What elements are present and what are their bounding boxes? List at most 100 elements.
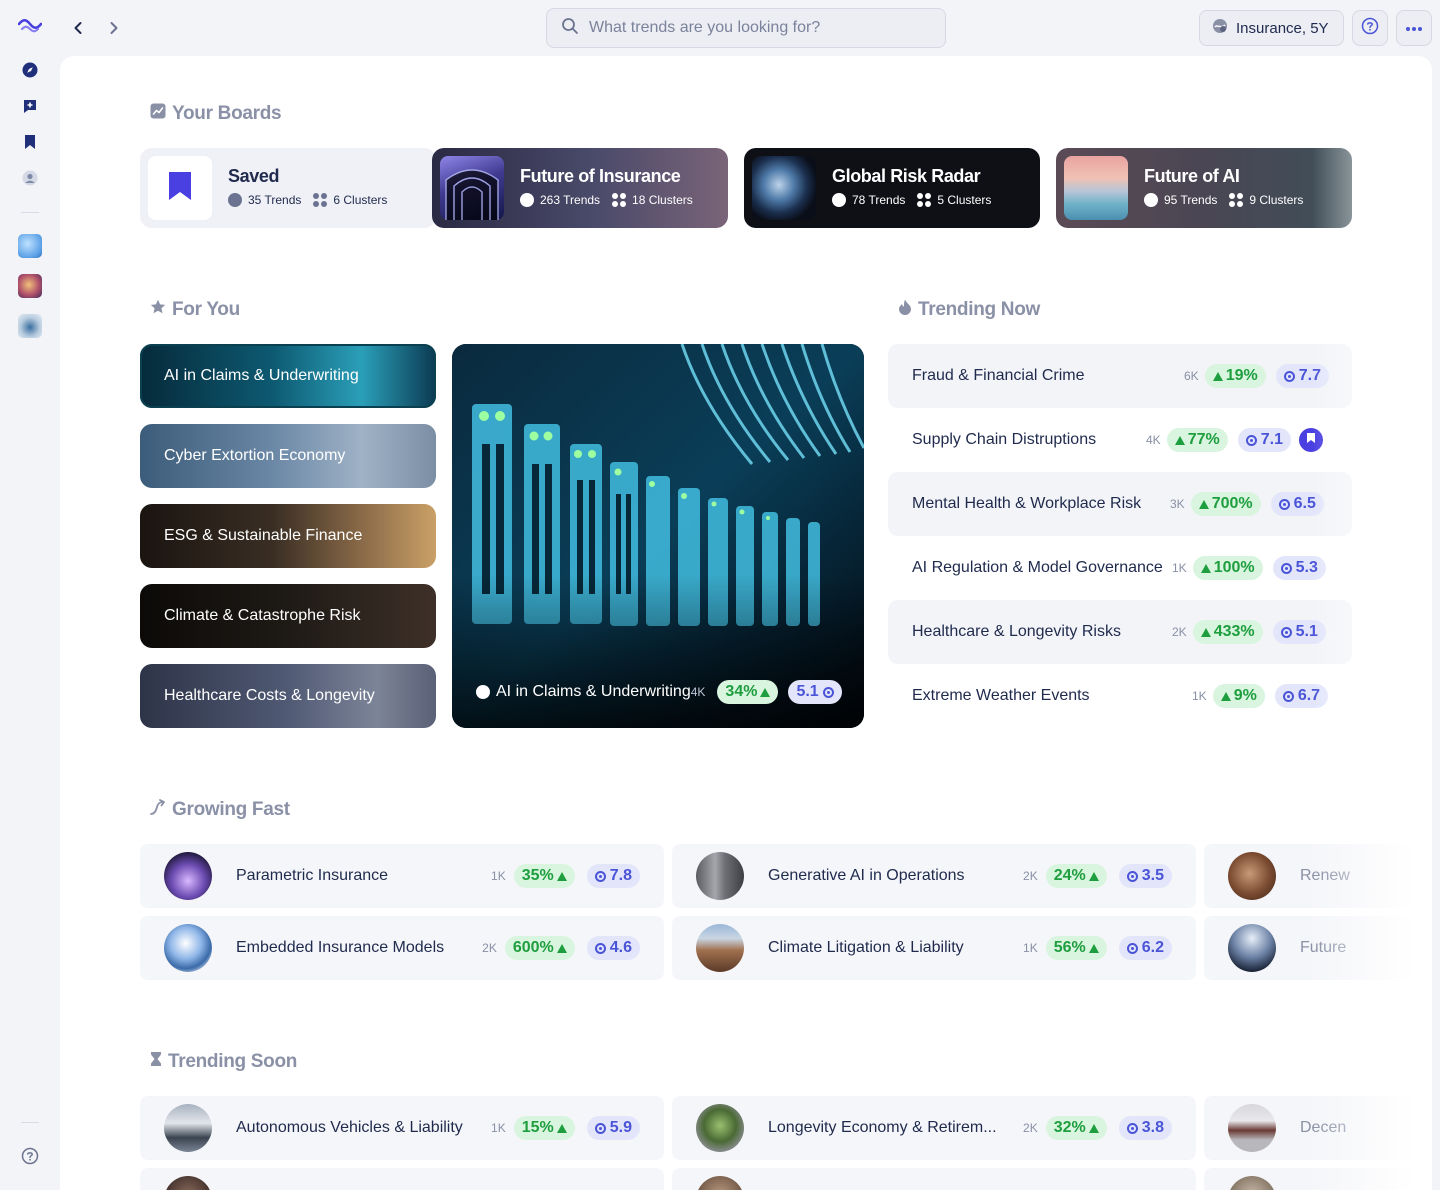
global-risk-radar-image	[752, 156, 816, 220]
chat-plus-icon[interactable]	[18, 94, 42, 118]
growth-badge: 433%	[1192, 620, 1263, 644]
trends-icon	[228, 193, 242, 207]
growing-fast-card[interactable]: Climate Litigation & Liability 1K 56% 6.…	[672, 916, 1196, 980]
target-icon	[1126, 1122, 1138, 1134]
score-badge: 7.1	[1237, 428, 1291, 452]
growing-fast-card[interactable]: Parametric Insurance 1K 35% 7.8	[140, 844, 664, 908]
clusters-icon	[1229, 193, 1244, 207]
for-you-heading: For You	[150, 299, 240, 321]
target-icon	[1283, 370, 1295, 382]
board-thumb-future-of-insurance[interactable]	[18, 234, 42, 258]
clusters-icon	[313, 193, 328, 207]
trending-soon-card[interactable]	[1204, 1168, 1432, 1190]
trend-count: 1K	[1023, 941, 1038, 955]
trend-metrics: 1K 9% 6.7	[1192, 684, 1329, 708]
growing-fast-card[interactable]: Embedded Insurance Models 2K 600% 4.6	[140, 916, 664, 980]
trend-avatar	[696, 1104, 744, 1152]
board-card-future-of-insurance[interactable]: Future of Insurance 263 Trends 18 Cluste…	[432, 148, 728, 228]
trend-name: Decen	[1300, 1119, 1347, 1136]
bookmark-icon[interactable]	[18, 130, 42, 154]
board-card-future-of-ai[interactable]: Future of AI 95 Trends 9 Clusters	[1056, 148, 1352, 228]
growth-badge: 600%	[504, 936, 575, 960]
bookmark-icon	[168, 171, 192, 206]
score-value: 7.7	[1298, 367, 1321, 384]
trend-metrics: 4K 77% 7.1	[1146, 428, 1323, 452]
growth-badge: 19%	[1204, 364, 1266, 388]
score-value: 3.5	[1141, 867, 1164, 884]
for-you-item[interactable]: AI in Claims & Underwriting	[140, 344, 436, 408]
trending-now-row[interactable]: Mental Health & Workplace Risk 3K 700% 6…	[888, 472, 1352, 536]
growth-up-icon	[1198, 499, 1209, 509]
for-you-item[interactable]: ESG & Sustainable Finance	[140, 504, 436, 568]
trending-soon-card[interactable]	[672, 1168, 1196, 1190]
score-badge: 6.7	[1274, 684, 1329, 708]
main-panel: Your Boards Saved 35 Trends 6 Clusters F…	[60, 56, 1432, 1190]
featured-trend-card[interactable]: AI in Claims & Underwriting 4K 34% 5.1	[452, 344, 864, 728]
board-meta: 95 Trends 9 Clusters	[1144, 193, 1303, 207]
growth-up-icon	[760, 687, 771, 697]
target-icon	[1280, 626, 1292, 638]
server-rack-image	[452, 344, 864, 728]
trend-avatar	[1228, 924, 1276, 972]
board-trends-count: 35 Trends	[248, 193, 302, 207]
trend-metrics: 6K 19% 7.7	[1184, 364, 1329, 388]
user-avatar-icon[interactable]	[18, 166, 42, 190]
star-icon	[150, 299, 166, 321]
board-trends-count: 95 Trends	[1164, 193, 1218, 207]
board-thumb-global-risk[interactable]	[18, 314, 42, 338]
trending-soon-card[interactable]: Autonomous Vehicles & Liability 1K 15% 5…	[140, 1096, 664, 1160]
chart-icon	[150, 103, 166, 125]
for-you-item[interactable]: Healthcare Costs & Longevity	[140, 664, 436, 728]
board-thumb-climate[interactable]	[18, 274, 42, 298]
trends-icon	[1144, 193, 1158, 207]
growth-badge: 56%	[1045, 936, 1107, 960]
trend-count: 1K	[491, 1121, 506, 1135]
growth-value: 15%	[521, 1119, 554, 1136]
trending-soon-card[interactable]: Decen	[1204, 1096, 1432, 1160]
target-icon	[822, 686, 834, 698]
trending-now-row[interactable]: AI Regulation & Model Governance 1K 100%…	[888, 536, 1352, 600]
growth-value: 32%	[1053, 1119, 1086, 1136]
growing-fast-card[interactable]: Future	[1204, 916, 1432, 980]
help-icon[interactable]	[18, 1144, 42, 1168]
trending-now-row[interactable]: Supply Chain Distruptions 4K 77% 7.1	[888, 408, 1352, 472]
app-logo-icon[interactable]	[18, 14, 42, 38]
growing-fast-card[interactable]: Generative AI in Operations 2K 24% 3.5	[672, 844, 1196, 908]
board-card-saved[interactable]: Saved 35 Trends 6 Clusters	[140, 148, 436, 228]
for-you-title: For You	[172, 299, 240, 320]
featured-score-badge: 5.1	[788, 680, 842, 704]
growing-fast-card[interactable]: Renew	[1204, 844, 1432, 908]
growth-badge: 24%	[1045, 864, 1107, 888]
your-boards-heading: Your Boards	[150, 103, 282, 125]
clusters-icon	[917, 193, 932, 207]
trending-now-row[interactable]: Fraud & Financial Crime 6K 19% 7.7	[888, 344, 1352, 408]
board-meta: 35 Trends 6 Clusters	[228, 193, 387, 207]
growth-value: 433%	[1213, 623, 1255, 640]
industry-context-button[interactable]: Insurance, 5Y	[1199, 10, 1344, 46]
for-you-item[interactable]: Climate & Catastrophe Risk	[140, 584, 436, 648]
score-value: 5.3	[1295, 559, 1318, 576]
trend-metrics: 2K 24% 3.5	[1023, 864, 1172, 888]
more-options-button[interactable]	[1396, 10, 1432, 46]
trend-metrics: 1K 35% 7.8	[491, 864, 640, 888]
trends-icon	[520, 193, 534, 207]
trend-metrics: 2K 433% 5.1	[1172, 620, 1326, 644]
for-you-item[interactable]: Cyber Extortion Economy	[140, 424, 436, 488]
help-button[interactable]	[1352, 10, 1388, 46]
trend-name: Healthcare & Longevity Risks	[912, 623, 1121, 640]
score-badge: 5.9	[586, 1116, 640, 1140]
score-value: 6.2	[1141, 939, 1164, 956]
saved-bookmark-button[interactable]	[1298, 428, 1323, 452]
trending-soon-card[interactable]	[140, 1168, 664, 1190]
back-button[interactable]	[66, 16, 90, 40]
forward-button[interactable]	[102, 16, 126, 40]
board-clusters-count: 9 Clusters	[1249, 193, 1304, 207]
compass-icon[interactable]	[18, 58, 42, 82]
board-trends-count: 78 Trends	[852, 193, 906, 207]
search-bar[interactable]	[546, 8, 946, 48]
trending-now-row[interactable]: Healthcare & Longevity Risks 2K 433% 5.1	[888, 600, 1352, 664]
board-card-global-risk-radar[interactable]: Global Risk Radar 78 Trends 5 Clusters	[744, 148, 1040, 228]
trending-now-row[interactable]: Extreme Weather Events 1K 9% 6.7	[888, 664, 1352, 728]
trending-soon-card[interactable]: Longevity Economy & Retirem... 2K 32% 3.…	[672, 1096, 1196, 1160]
search-input[interactable]	[589, 19, 919, 37]
